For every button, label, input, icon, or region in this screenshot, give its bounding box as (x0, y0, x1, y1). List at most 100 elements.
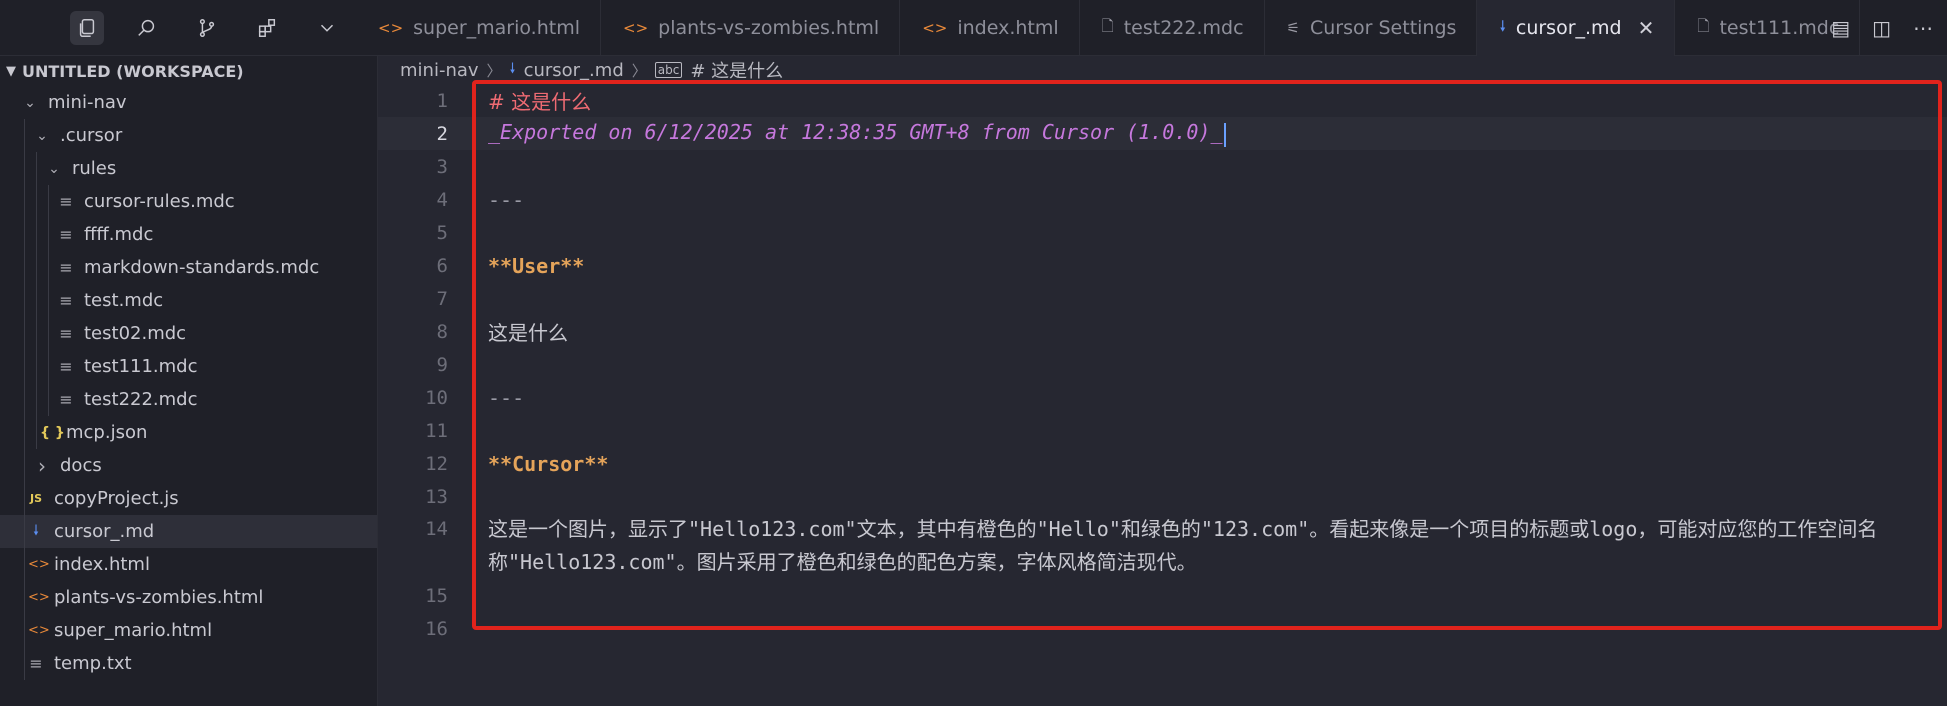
file-icon: 🗋 (1101, 16, 1114, 35)
tree-item[interactable]: <> super_mario.html (0, 614, 377, 647)
file-tree: ⌄ mini-nav ⌄ .cursor ⌄ rules ≡ cursor-rules.mdc… (0, 86, 377, 680)
line-number: 7 (436, 287, 448, 310)
close-icon[interactable]: ✕ (1638, 16, 1655, 40)
tree-item[interactable]: ⌄ .cursor (0, 119, 377, 152)
tree-item[interactable]: ⌄ mini-nav (0, 86, 377, 119)
more-views-button[interactable] (310, 11, 344, 45)
tree-item[interactable]: <> index.html (0, 548, 377, 581)
tree-item-label: rules (72, 158, 117, 179)
line-text: --- (488, 187, 525, 212)
tree-item[interactable]: ≡ temp.txt (0, 647, 377, 680)
explorer-button[interactable] (70, 11, 104, 45)
tab-label: test222.mdc (1123, 17, 1244, 39)
tree-item[interactable]: ≡ test02.mdc (0, 317, 377, 350)
indent-guide (24, 251, 25, 284)
tree-item[interactable]: › docs (0, 449, 377, 482)
tree-item[interactable]: 🠗 cursor_.md (0, 515, 377, 548)
chevron-down-icon: ⌄ (48, 160, 60, 177)
tree-item[interactable]: ≡ test.mdc (0, 284, 377, 317)
tree-item[interactable]: { } mcp.json (0, 416, 377, 449)
source-control-button[interactable] (190, 11, 224, 45)
line-text: 这是什么 (488, 321, 568, 345)
tab-label: test111.mdc (1719, 17, 1840, 39)
tab-test222-mdc[interactable]: 🗋 test222.mdc (1080, 0, 1265, 56)
tree-item-label: plants-vs-zombies.html (54, 587, 264, 608)
tab-cursor-md[interactable]: 🠗 cursor_.md ✕ (1477, 0, 1676, 57)
code-line: 11 (378, 414, 1947, 447)
tab-index-html[interactable]: <> index.html (900, 0, 1080, 56)
workspace-header[interactable]: ▼ UNTITLED (WORKSPACE) (0, 56, 377, 86)
indent-guide (24, 218, 25, 251)
workspace-title: UNTITLED (WORKSPACE) (22, 61, 244, 81)
lines-file-icon: ≡ (59, 324, 73, 343)
tree-item[interactable]: <> plants-vs-zombies.html (0, 581, 377, 614)
code-line: 1 # 这是什么 (378, 84, 1947, 117)
line-number: 5 (436, 221, 448, 244)
code-line: 6 **User** (378, 249, 1947, 282)
search-button[interactable] (130, 11, 164, 45)
tree-item[interactable]: ≡ test111.mdc (0, 350, 377, 383)
indent-guide (48, 317, 49, 350)
tree-item-label: docs (60, 455, 102, 476)
tree-item-label: mcp.json (66, 422, 148, 443)
line-text: _Exported on 6/12/2025 at 12:38:35 GMT+8… (488, 120, 1223, 145)
line-number: 15 (425, 584, 448, 607)
breadcrumb-file[interactable]: cursor_.md (524, 60, 624, 81)
editor-actions: ▤ ◫ ⋯ (1831, 0, 1933, 56)
code-line: 5 (378, 216, 1947, 249)
code-line: 15 (378, 579, 1947, 612)
tree-item[interactable]: ≡ ffff.mdc (0, 218, 377, 251)
tree-item-label: markdown-standards.mdc (84, 257, 320, 278)
search-icon (138, 19, 155, 36)
preview-icon[interactable]: ▤ (1831, 16, 1850, 40)
indent-guide (36, 185, 37, 218)
indent-guide (24, 482, 25, 515)
breadcrumb: mini-nav 〉 🠗 cursor_.md 〉 abc # 这是什么 (378, 56, 1947, 84)
tree-item-label: ffff.mdc (84, 224, 154, 245)
tab-plants-vs-zombies-html[interactable]: <> plants-vs-zombies.html (601, 0, 901, 56)
html-icon: <> (28, 557, 50, 572)
tree-item[interactable]: ⌄ rules (0, 152, 377, 185)
indent-guide (24, 317, 25, 350)
breadcrumb-symbol[interactable]: # 这是什么 (690, 57, 783, 83)
tab-cursor-settings[interactable]: ⚟ Cursor Settings (1265, 0, 1478, 56)
lines-file-icon: ≡ (59, 357, 73, 376)
line-number: 2 (436, 122, 448, 145)
indent-guide (48, 383, 49, 416)
line-number: 8 (436, 320, 448, 343)
json-icon: { } (40, 424, 65, 441)
code-line: 16 (378, 612, 1947, 645)
html-icon: <> (922, 19, 948, 37)
tree-item-label: index.html (54, 554, 150, 575)
tab-super-mario-html[interactable]: <> super_mario.html (356, 0, 601, 56)
indent-guide (24, 515, 25, 548)
indent-guide (36, 284, 37, 317)
code-line: 13 (378, 480, 1947, 513)
file-icon: 🗋 (1697, 16, 1710, 35)
line-number: 1 (436, 89, 448, 112)
editor-tabs: <> super_mario.html <> plants-vs-zombies.ht… (356, 0, 1861, 57)
indent-guide (36, 383, 37, 416)
code-editor[interactable]: 1 # 这是什么 2 _Exported on 6/12/2025 at 12:38:… (378, 84, 1947, 704)
activity-bar (0, 0, 378, 56)
tree-item[interactable]: ≡ cursor-rules.mdc (0, 185, 377, 218)
code-line: 9 (378, 348, 1947, 381)
more-actions-icon[interactable]: ⋯ (1913, 16, 1933, 40)
text-cursor (1223, 122, 1226, 147)
lines-file-icon: ≡ (59, 291, 73, 310)
files-icon (79, 19, 95, 37)
indent-guide (24, 416, 25, 449)
tree-item[interactable]: ≡ markdown-standards.mdc (0, 251, 377, 284)
extensions-button[interactable] (250, 11, 284, 45)
split-editor-icon[interactable]: ◫ (1872, 16, 1891, 40)
tab-label: Cursor Settings (1310, 17, 1457, 39)
chevron-right-icon: › (38, 453, 46, 478)
breadcrumb-folder[interactable]: mini-nav (400, 60, 479, 81)
line-number: 13 (425, 485, 448, 508)
tree-item-label: test222.mdc (84, 389, 198, 410)
tree-item[interactable]: ≡ test222.mdc (0, 383, 377, 416)
title-bar: <> super_mario.html <> plants-vs-zombies.ht… (0, 0, 1947, 57)
tab-label: index.html (957, 17, 1059, 39)
tree-item[interactable]: JS copyProject.js (0, 482, 377, 515)
tree-item-label: .cursor (60, 125, 123, 146)
